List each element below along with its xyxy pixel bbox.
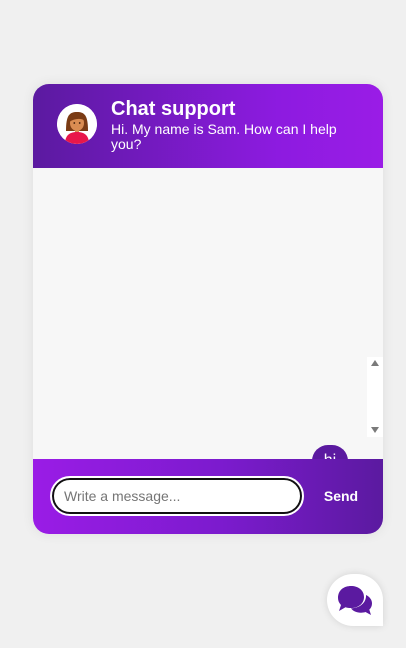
chat-subtitle: Hi. My name is Sam. How can I help you?	[111, 121, 337, 152]
message-list[interactable]: hi hi	[33, 168, 383, 522]
chat-bubbles-icon	[338, 586, 372, 615]
chat-header: Chat support Hi. My name is Sam. How can…	[33, 84, 383, 168]
message-input[interactable]	[50, 476, 304, 516]
agent-avatar-icon	[57, 104, 97, 144]
chat-window: Chat support Hi. My name is Sam. How can…	[33, 84, 383, 534]
chat-composer: Send	[33, 459, 383, 534]
chat-launcher-button[interactable]	[327, 574, 383, 626]
scroll-down-arrow-icon[interactable]	[371, 427, 379, 433]
message-scrollbar[interactable]	[367, 357, 383, 437]
chat-title: Chat support	[111, 98, 236, 120]
send-button[interactable]: Send	[315, 481, 367, 511]
scroll-up-arrow-icon[interactable]	[371, 360, 379, 366]
